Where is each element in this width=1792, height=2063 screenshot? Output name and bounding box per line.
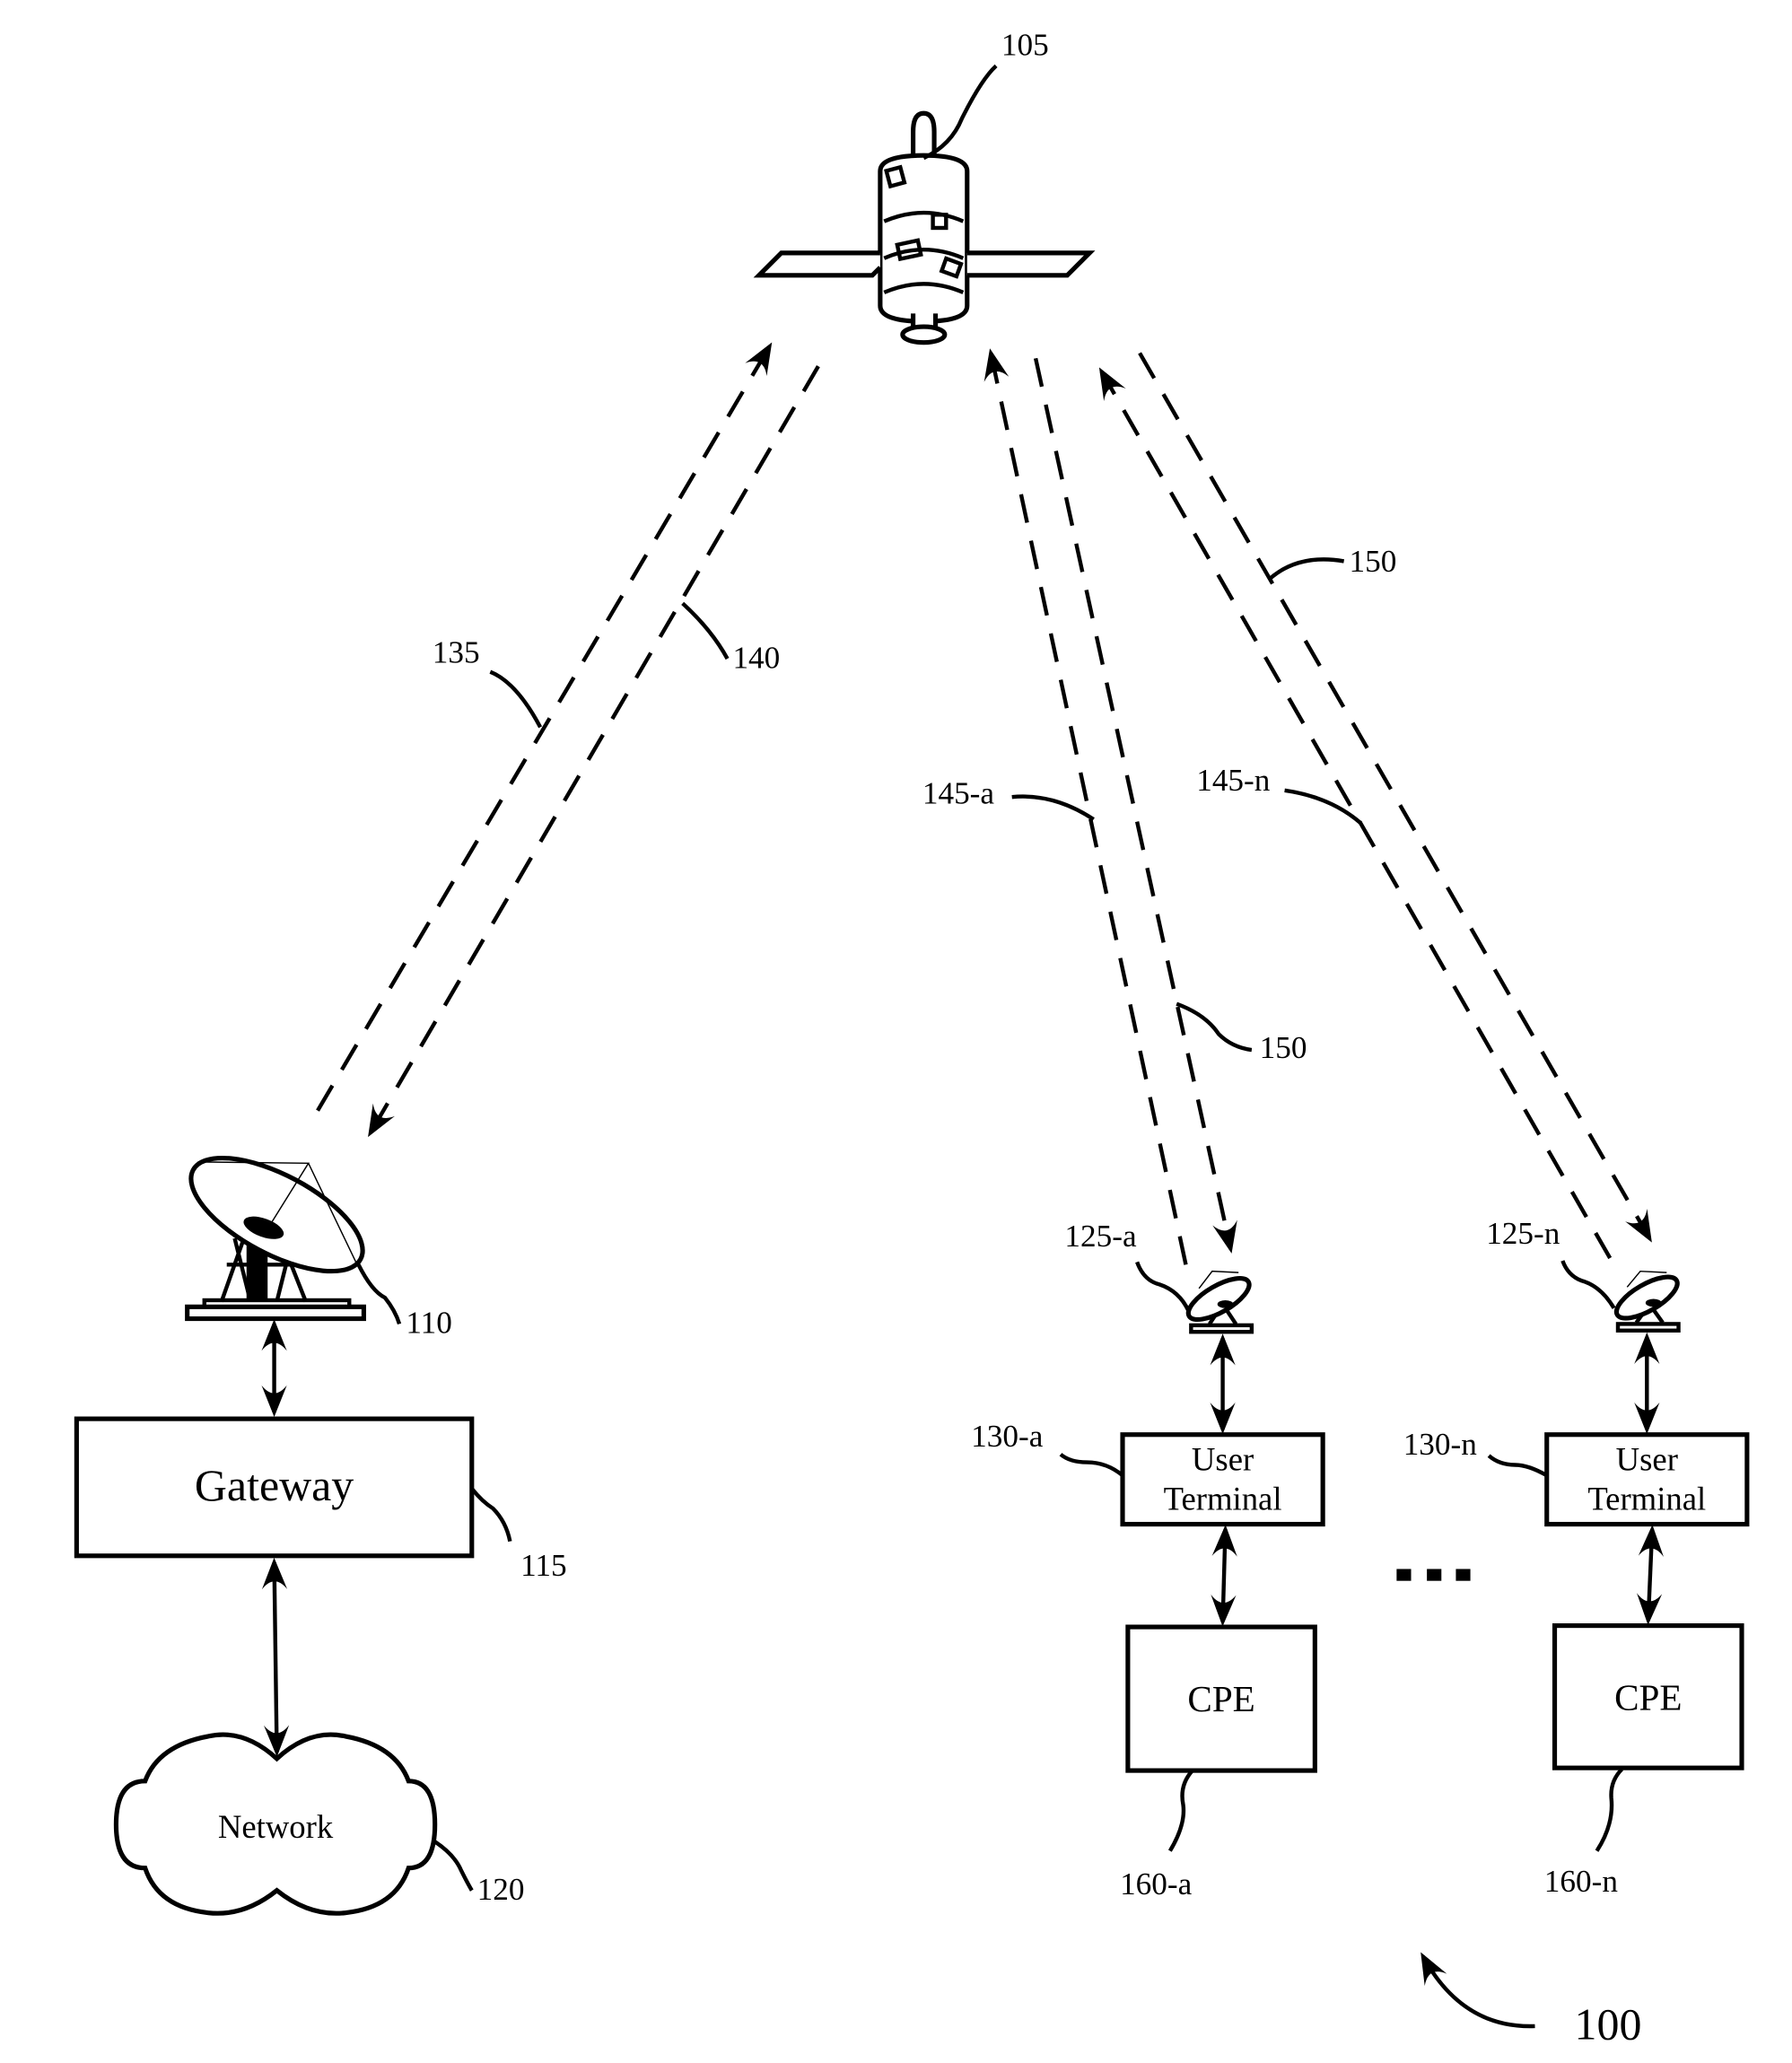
terminal-cpe-arrow-a <box>1211 1525 1237 1627</box>
dish-antenna-icon <box>1185 1270 1254 1334</box>
gateway-ref: 115 <box>520 1548 567 1583</box>
link-145-a <box>983 348 1188 1265</box>
dish-antenna-icon <box>185 1155 366 1322</box>
user-terminal-group-a: 125-a User Terminal 130-a CPE 160-a <box>971 1219 1325 1901</box>
leader-145-n <box>1284 788 1363 826</box>
link-145-n-ref: 145-n <box>1196 763 1271 798</box>
satellite-system-diagram: 105 135 140 145-a 145-n 150 150 110 Gate… <box>74 28 1750 2050</box>
link-135-ref: 135 <box>433 634 480 669</box>
link-145-a-ref: 145-a <box>922 776 995 811</box>
network-ref: 120 <box>477 1872 525 1907</box>
cpe-160-a-ref: 160-a <box>1120 1866 1193 1901</box>
leader-160-n <box>1595 1768 1624 1852</box>
leader-125-a <box>1135 1261 1191 1312</box>
gateway-label: Gateway <box>195 1461 354 1510</box>
cpe-label-a: CPE <box>1187 1678 1254 1719</box>
link-140 <box>368 365 820 1138</box>
link-145-n <box>1098 367 1613 1260</box>
leader-160-a <box>1167 1769 1194 1852</box>
leader-120 <box>433 1840 474 1892</box>
leader-130-a <box>1059 1453 1124 1477</box>
satellite-icon <box>753 110 1096 345</box>
link-140-ref: 140 <box>732 640 780 675</box>
leader-150-n <box>1267 557 1345 581</box>
leader-140 <box>681 601 730 660</box>
user-terminal-group-n: 125-n User Terminal 130-n CPE 160-n <box>1403 1216 1750 1899</box>
network-label: Network <box>218 1808 334 1845</box>
leader-115 <box>470 1487 512 1543</box>
cpe-160-n-ref: 160-n <box>1544 1864 1619 1899</box>
gateway-antenna-ref: 110 <box>406 1306 452 1341</box>
leader-150-a <box>1176 1001 1253 1053</box>
ellipsis <box>1396 1569 1471 1581</box>
leader-135 <box>489 669 543 729</box>
leader-125-n <box>1560 1260 1616 1309</box>
link-150-n-ref: 150 <box>1350 544 1397 579</box>
leader-145-a <box>1011 794 1095 821</box>
dish-antenna-icon <box>1613 1270 1681 1333</box>
user-terminal-label-line1: User <box>1616 1440 1678 1477</box>
figure-ref-arrow <box>1420 1952 1535 2029</box>
cpe-label-n: CPE <box>1614 1677 1682 1718</box>
figure-ref: 100 <box>1575 2000 1642 2050</box>
user-terminal-label-line2: Terminal <box>1164 1480 1282 1517</box>
gateway-network-arrow <box>261 1557 290 1757</box>
satellite-ref: 105 <box>1001 28 1049 63</box>
terminal-130-n-ref: 130-n <box>1403 1427 1478 1462</box>
terminal-130-a-ref: 130-a <box>971 1419 1044 1454</box>
antenna-125-n-ref: 125-n <box>1486 1216 1560 1251</box>
link-135 <box>316 342 773 1112</box>
leader-130-n <box>1487 1454 1548 1478</box>
user-terminal-label-line2: Terminal <box>1587 1480 1706 1517</box>
link-150-a-ref: 150 <box>1260 1030 1307 1065</box>
antenna-125-a-ref: 125-a <box>1064 1219 1137 1254</box>
user-terminal-label-line1: User <box>1192 1440 1254 1477</box>
terminal-cpe-arrow-n <box>1636 1525 1664 1626</box>
